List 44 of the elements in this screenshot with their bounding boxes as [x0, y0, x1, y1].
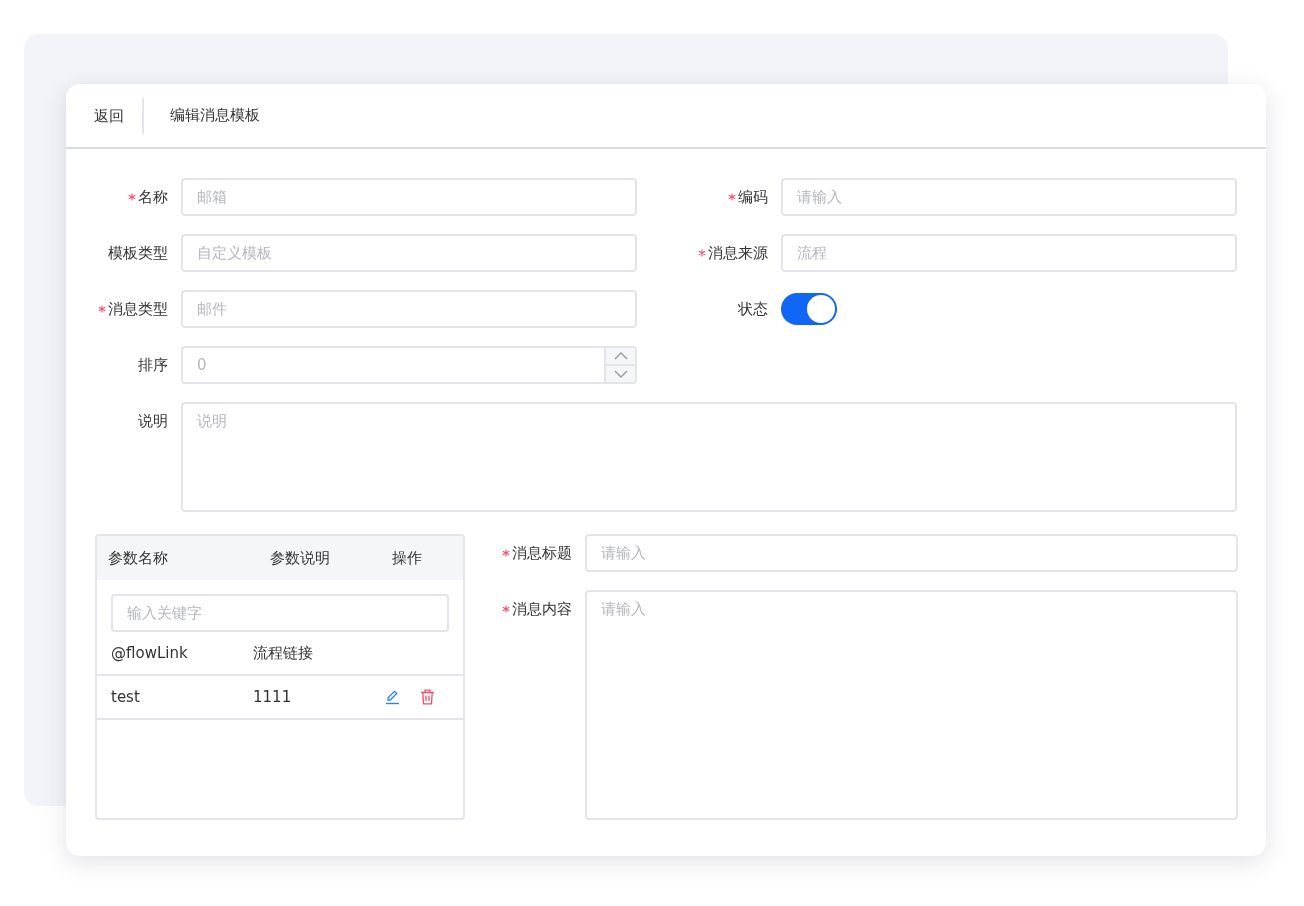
field-label: 消息标题: [512, 543, 572, 563]
required-icon: [502, 549, 510, 557]
textarea-field[interactable]: 说明: [181, 402, 1237, 512]
required-icon: [98, 305, 106, 313]
table-cell-text: test: [111, 688, 141, 706]
field-label: 编码: [738, 187, 768, 207]
field-label: 消息内容: [512, 599, 572, 619]
field-label: 消息类型: [108, 299, 168, 319]
edit-button[interactable]: [385, 689, 400, 705]
field-label: 状态: [738, 299, 768, 319]
decrement-button[interactable]: [606, 364, 635, 382]
column-header: 参数说明: [270, 548, 331, 568]
required-icon: [698, 249, 706, 257]
table-cell-text: @flowLink: [111, 644, 189, 662]
text-field[interactable]: 请输入: [781, 178, 1237, 216]
table-cell-text: 1111: [253, 688, 293, 706]
table-cell-text: 流程链接: [253, 643, 314, 663]
chevron-down-icon: [613, 370, 628, 378]
trash-icon: [420, 689, 435, 705]
field-label: 排序: [138, 355, 168, 375]
text-field[interactable]: 自定义模板: [181, 234, 637, 272]
text-field[interactable]: 流程: [781, 234, 1237, 272]
field-label: 模板类型: [108, 243, 168, 263]
text-field[interactable]: 请输入: [585, 534, 1238, 572]
search-field[interactable]: 输入关键字: [111, 594, 449, 632]
column-header: 参数名称: [108, 548, 169, 568]
toggle-switch[interactable]: [781, 293, 837, 325]
delete-button[interactable]: [420, 689, 435, 705]
field-label: 说明: [138, 412, 168, 431]
required-icon: [128, 193, 136, 201]
number-field[interactable]: 0: [181, 346, 604, 384]
text-field[interactable]: 邮箱: [181, 178, 637, 216]
column-header: 操作: [392, 548, 423, 568]
field-label: 名称: [138, 187, 168, 207]
back-link[interactable]: 返回: [94, 97, 144, 134]
chevron-up-icon: [613, 352, 628, 360]
field-label: 消息来源: [708, 243, 768, 263]
required-icon: [502, 605, 510, 613]
textarea-field[interactable]: 请输入: [585, 590, 1238, 820]
text-field[interactable]: 邮件: [181, 290, 637, 328]
pencil-icon: [385, 689, 400, 705]
increment-button[interactable]: [606, 348, 635, 364]
page-title: 编辑消息模板: [170, 106, 260, 125]
required-icon: [728, 193, 736, 201]
